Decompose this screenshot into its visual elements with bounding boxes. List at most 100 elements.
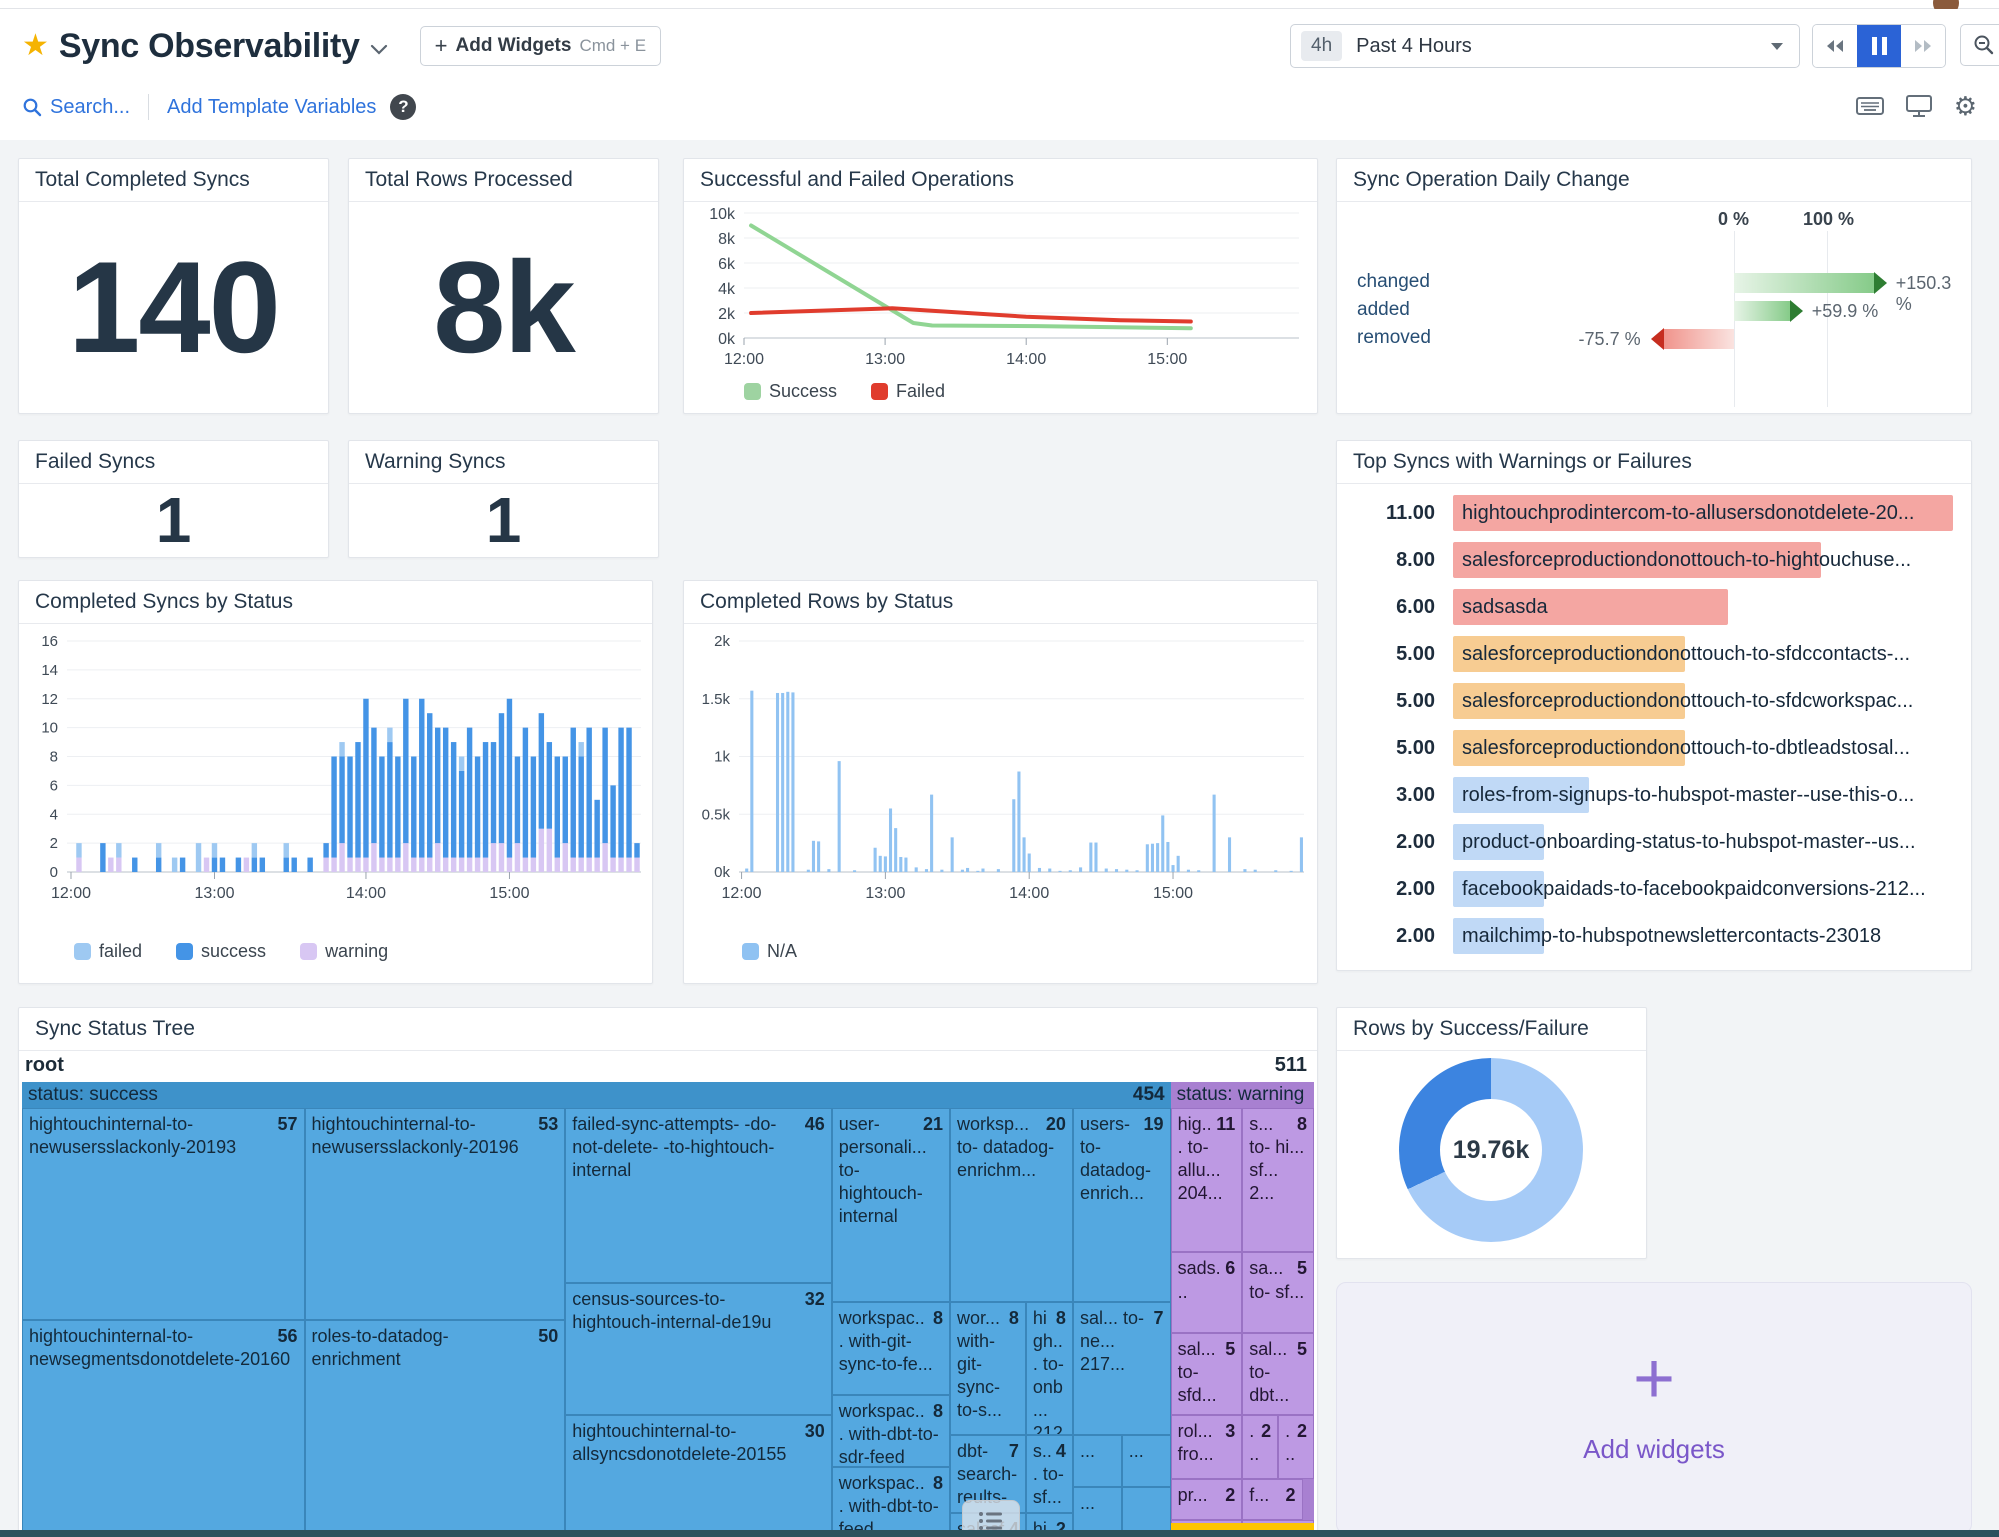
treemap-cell[interactable]: 8wor... with- git- sync- to-s... [950,1302,1026,1435]
svg-text:13:00: 13:00 [194,885,234,902]
toplist-row[interactable]: 5.00salesforceproductiondonottouch-to-db… [1353,728,1955,768]
change-row-label[interactable]: added [1357,299,1410,321]
fast-forward-button[interactable] [1901,25,1945,67]
widget-completed-rows-by-status[interactable]: Completed Rows by Status 0k0.5k1k1.5k2k1… [683,580,1318,984]
favorite-star-icon[interactable]: ★ [22,31,49,61]
rewind-button[interactable] [1813,25,1857,67]
treemap-group-header[interactable]: status: warning55 [1171,1082,1314,1108]
treemap-cell[interactable]: 20worksp... to- datadog- enrichm... [950,1108,1073,1302]
gear-icon[interactable]: ⚙ [1954,93,1977,119]
treemap-cell[interactable]: 5sa... to- sf... [1242,1252,1314,1332]
widget-title: Total Rows Processed [349,159,658,202]
toplist-row[interactable]: 5.00salesforceproductiondonottouch-to-sf… [1353,634,1955,674]
widget-completed-syncs-by-status[interactable]: Completed Syncs by Status 02468101214161… [18,580,653,984]
treemap-cell[interactable]: 8workspac... with-dbt-to- sdr-feed [832,1395,950,1467]
toplist-label: roles-from-signups-to-hubspot-master--us… [1453,775,1914,815]
legend-item[interactable]: N/A [742,941,797,962]
treemap-cell[interactable]: 8workspac... with-dbt-to- feed [832,1467,950,1537]
pause-button[interactable] [1857,25,1901,67]
toplist-row[interactable]: 2.00facebookpaidads-to-facebookpaidconve… [1353,869,1955,909]
treemap-cell[interactable]: 2pr... [1171,1479,1243,1520]
plus-icon: + [435,33,448,59]
toplist-row[interactable]: 5.00salesforceproductiondonottouch-to-sf… [1353,681,1955,721]
toplist-row[interactable]: 3.00roles-from-signups-to-hubspot-master… [1353,775,1955,815]
treemap-cell[interactable]: 2f... [1242,1479,1302,1520]
change-row-label[interactable]: removed [1357,327,1431,349]
svg-text:14:00: 14:00 [346,885,386,902]
widget-top-syncs[interactable]: Top Syncs with Warnings or Failures 11.0… [1336,440,1972,971]
widget-total-rows-processed[interactable]: Total Rows Processed 8k [348,158,659,414]
svg-text:0: 0 [50,864,58,881]
treemap-cell[interactable]: 5sal... to- dbt... [1242,1333,1314,1415]
widget-failed-syncs[interactable]: Failed Syncs 1 [18,440,329,558]
legend-item[interactable]: warning [300,941,388,962]
treemap-cell[interactable]: ... [1073,1435,1122,1487]
treemap-cell[interactable]: 8workspac... with-git- sync-to-fe... [832,1302,950,1395]
treemap-root-label: root [25,1054,64,1077]
screen-icon[interactable] [1906,95,1932,117]
add-template-variables-link[interactable]: Add Template Variables [167,96,376,119]
widget-total-completed-syncs[interactable]: Total Completed Syncs 140 [18,158,329,414]
legend-swatch [742,943,759,960]
treemap-cell[interactable]: 30hightouchinternal-to-allsyncsdonotdele… [565,1415,831,1537]
chart-legend: N/A [742,941,797,962]
svg-text:14:00: 14:00 [1006,351,1046,368]
widget-title: Warning Syncs [349,441,658,484]
toplist-row[interactable]: 6.00sadsasda [1353,587,1955,627]
treemap-cell[interactable]: 5sal... to- sfd... [1171,1333,1243,1415]
add-widgets-panel[interactable]: + Add widgets [1336,1282,1972,1534]
treemap-cell[interactable]: 56hightouchinternal-to-newsegmentsdonotd… [22,1320,305,1537]
change-row-label[interactable]: changed [1357,271,1430,293]
widget-rows-by-success-failure[interactable]: Rows by Success/Failure 19.76k [1336,1007,1647,1259]
treemap-cell[interactable]: 8s... to- hi... sf... 2... [1242,1108,1314,1252]
zoom-out-button[interactable] [1960,24,1999,66]
treemap-cell[interactable]: 2... [1278,1415,1314,1479]
treemap-cell[interactable]: 7sal... to- ne... 217... [1073,1302,1171,1435]
widget-sync-status-tree[interactable]: Sync Status Tree root 511 status: succes… [18,1007,1318,1537]
widget-warning-syncs[interactable]: Warning Syncs 1 [348,440,659,558]
time-range-label: Past 4 Hours [1356,35,1472,58]
add-widgets-panel-label: Add widgets [1583,1434,1725,1465]
legend-swatch [871,383,888,400]
treemap-cell[interactable]: 3rol... fro... [1171,1415,1243,1479]
treemap-cell[interactable]: 6sads... [1171,1252,1243,1332]
toplist-value: 2.00 [1353,822,1435,862]
treemap-cell[interactable]: ... [1122,1435,1171,1487]
treemap-cell[interactable]: 8high... to- onb... 21222 [1026,1302,1073,1435]
add-widgets-label: Add Widgets [456,35,572,57]
legend-item[interactable]: failed [74,941,142,962]
chevron-down-icon[interactable] [370,44,388,55]
legend-item[interactable]: success [176,941,266,962]
toplist-row[interactable]: 11.00hightouchprodintercom-to-allusersdo… [1353,493,1955,533]
widget-sync-operation-daily-change[interactable]: Sync Operation Daily Change 0 % 100 % ch… [1336,158,1972,414]
treemap-group-header[interactable]: status: success454 [22,1082,1171,1108]
svg-text:15:00: 15:00 [1153,885,1193,902]
help-icon[interactable]: ? [390,94,416,120]
widget-successful-failed-operations[interactable]: Successful and Failed Operations 0k2k4k6… [683,158,1318,414]
svg-text:4k: 4k [718,281,736,298]
add-widgets-button[interactable]: + Add Widgets Cmd + E [420,26,661,66]
svg-text:14: 14 [41,662,58,679]
treemap-cell[interactable]: 32census-sources-to-hightouch-internal-d… [565,1283,831,1414]
legend-item[interactable]: Failed [871,381,945,402]
treemap-cell[interactable]: 19users-to- datadog- enrich... [1073,1108,1171,1302]
treemap-cell[interactable]: 53hightouchinternal-to-newusersslackonly… [305,1108,566,1320]
treemap-cell[interactable]: 21user- personali... to- hightouch- inte… [832,1108,950,1302]
time-range-selector[interactable]: 4h Past 4 Hours [1290,24,1800,68]
svg-text:13:00: 13:00 [865,885,905,902]
treemap-cell[interactable]: 2... [1242,1415,1278,1479]
treemap-cell[interactable]: 50roles-to-datadog-enrichment [305,1320,566,1537]
toplist-value: 2.00 [1353,916,1435,956]
keyboard-icon[interactable] [1856,96,1884,116]
toplist-row[interactable]: 2.00mailchimp-to-hubspotnewslettercontac… [1353,916,1955,956]
svg-text:4: 4 [50,806,58,823]
treemap-cell[interactable]: 57hightouchinternal-to-newusersslackonly… [22,1108,305,1320]
legend-item[interactable]: Success [744,381,837,402]
treemap-cell[interactable]: 11hig... to- allu... 204... [1171,1108,1243,1252]
svg-text:12: 12 [41,691,58,708]
search-control[interactable]: Search... [22,96,130,119]
treemap-cell[interactable]: 4s... to- sf... [1026,1435,1073,1513]
treemap-cell[interactable]: 46failed-sync-attempts- -do-not-delete- … [565,1108,831,1283]
toplist-row[interactable]: 2.00product-onboarding-status-to-hubspot… [1353,822,1955,862]
toplist-row[interactable]: 8.00salesforceproductiondonottouch-to-hi… [1353,540,1955,580]
